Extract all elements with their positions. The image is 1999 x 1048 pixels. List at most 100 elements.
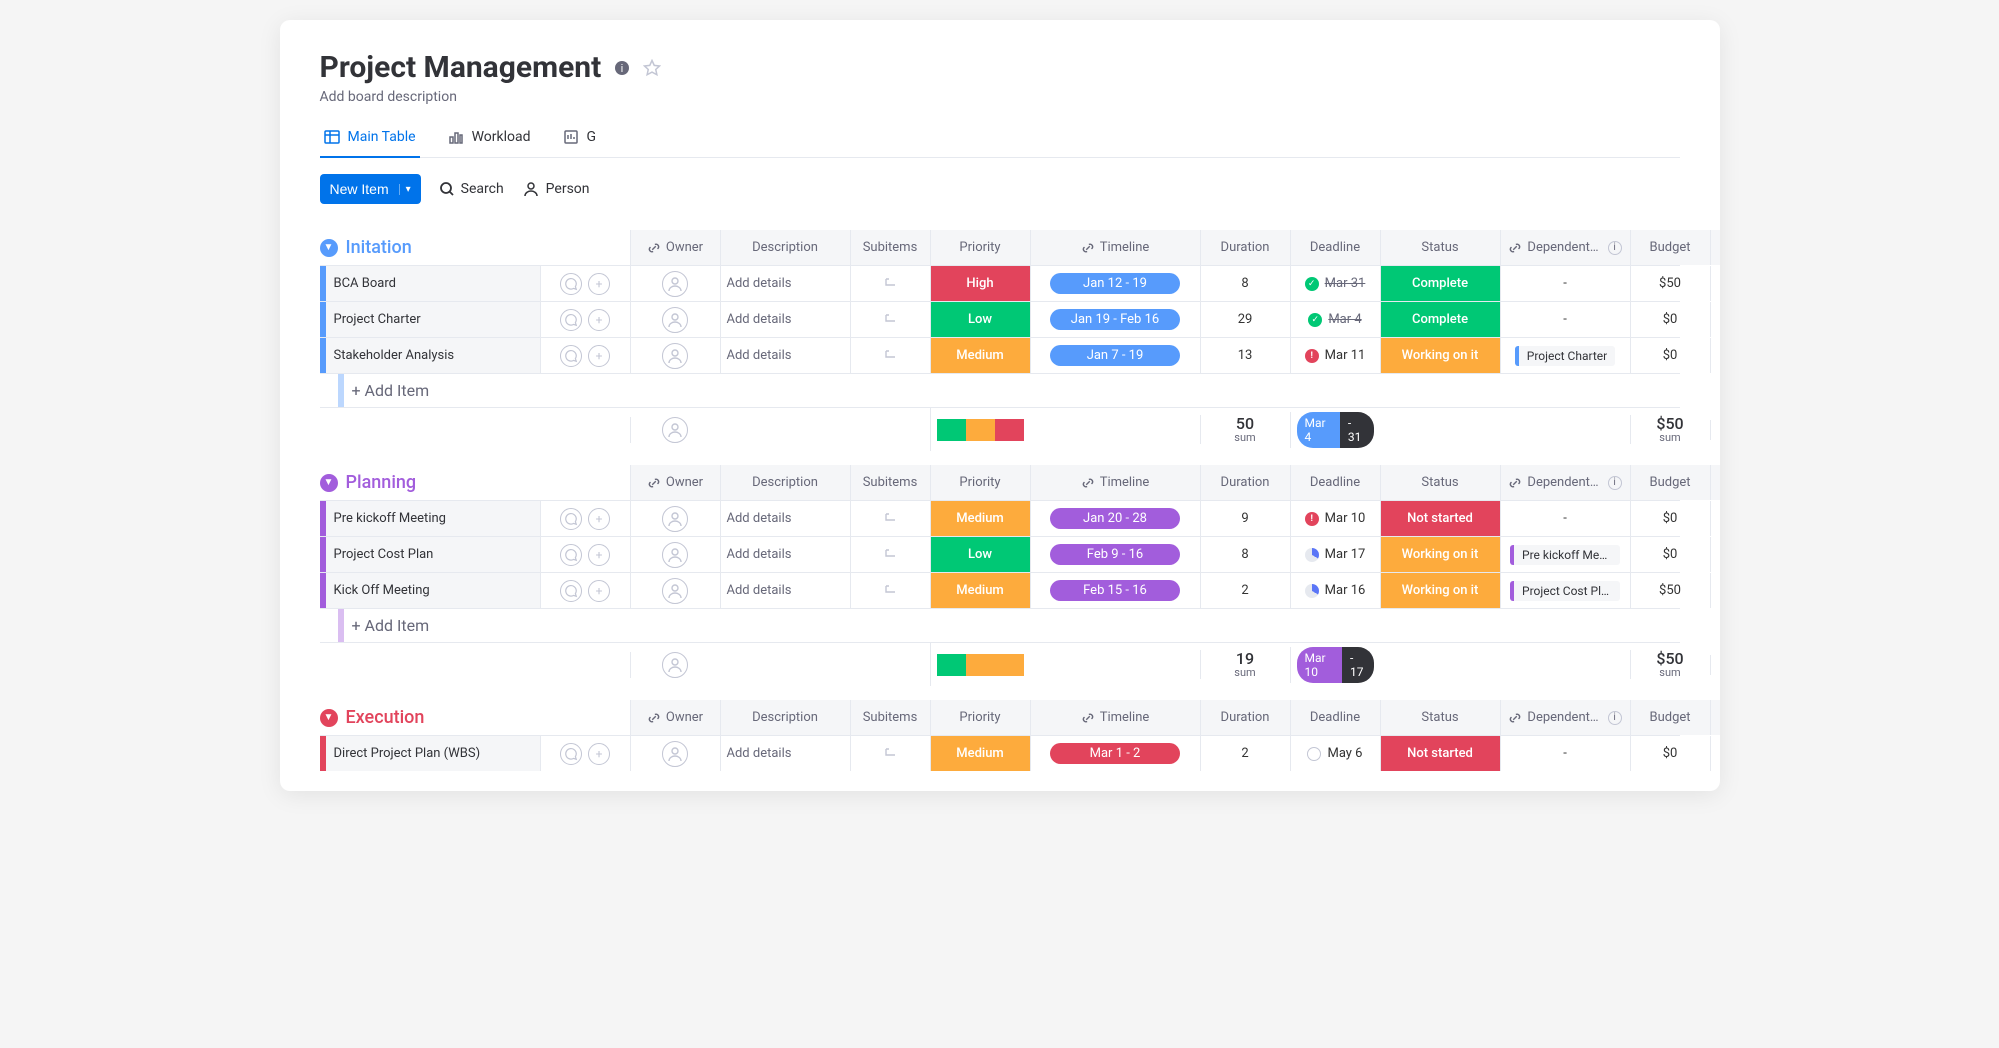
duration-cell[interactable]: 9 (1200, 501, 1290, 536)
avatar-icon[interactable] (662, 741, 688, 767)
dependency-chip[interactable]: Project Cost Plan (1510, 581, 1620, 601)
column-header[interactable]: Duration (1200, 230, 1290, 265)
owner-cell[interactable] (630, 573, 720, 608)
owner-cell[interactable] (630, 736, 720, 771)
column-header[interactable]: Owner (630, 230, 720, 265)
subitems-cell[interactable] (850, 736, 930, 771)
column-header[interactable]: Dependent…i (1500, 700, 1630, 735)
budget-cell[interactable]: $50 (1630, 573, 1710, 608)
chat-icon[interactable] (560, 544, 582, 566)
item-name[interactable]: Project Cost Plan (334, 547, 540, 562)
chat-cell[interactable]: + (540, 266, 630, 301)
dependent-cell[interactable]: - (1500, 266, 1630, 301)
column-header[interactable]: Priority (930, 700, 1030, 735)
column-header[interactable]: Subitems (850, 700, 930, 735)
collapse-icon[interactable]: ▼ (320, 474, 338, 492)
dependent-cell[interactable]: Project Cost Plan (1500, 573, 1630, 608)
deadline-cell[interactable]: Mar 17 (1290, 537, 1380, 572)
timeline-cell[interactable]: Jan 7 - 19 (1030, 338, 1200, 373)
tab-workload[interactable]: Workload (444, 123, 535, 157)
duration-cell[interactable]: 29 (1200, 302, 1290, 337)
avatar-icon[interactable] (662, 578, 688, 604)
timeline-cell[interactable]: Jan 12 - 19 (1030, 266, 1200, 301)
tab-truncated[interactable]: G (559, 123, 601, 157)
avatar-icon[interactable] (662, 542, 688, 568)
avatar-icon[interactable] (662, 271, 688, 297)
tab-main-table[interactable]: Main Table (320, 123, 420, 157)
column-header[interactable]: Description (720, 465, 850, 500)
dependent-cell[interactable]: - (1500, 501, 1630, 536)
collapse-icon[interactable]: ▼ (320, 709, 338, 727)
chat-icon[interactable] (560, 273, 582, 295)
budget-cell[interactable]: $0 (1630, 338, 1710, 373)
group-title[interactable]: ▼ Planning (320, 472, 540, 493)
item-name[interactable]: Project Charter (334, 312, 540, 327)
column-header[interactable]: Deadline (1290, 700, 1380, 735)
avatar-icon[interactable] (662, 506, 688, 532)
subitems-icon[interactable] (882, 276, 898, 292)
timeline-cell[interactable]: Feb 9 - 16 (1030, 537, 1200, 572)
info-icon[interactable]: i (1608, 476, 1622, 490)
column-header[interactable]: Deadline (1290, 465, 1380, 500)
priority-cell[interactable]: Low (930, 537, 1030, 572)
status-cell[interactable]: Complete (1380, 302, 1500, 337)
duration-cell[interactable]: 13 (1200, 338, 1290, 373)
column-header[interactable]: Dependent…i (1500, 465, 1630, 500)
add-icon[interactable]: + (588, 580, 610, 602)
subitems-icon[interactable] (882, 583, 898, 599)
subitems-cell[interactable] (850, 302, 930, 337)
subitems-cell[interactable] (850, 501, 930, 536)
status-cell[interactable]: Working on it (1380, 338, 1500, 373)
chat-cell[interactable]: + (540, 537, 630, 572)
duration-cell[interactable]: 8 (1200, 537, 1290, 572)
dependent-cell[interactable]: - (1500, 736, 1630, 771)
item-name-cell[interactable]: Pre kickoff Meeting (320, 501, 540, 536)
item-name-cell[interactable]: BCA Board (320, 266, 540, 301)
board-description[interactable]: Add board description (320, 89, 1680, 105)
priority-cell[interactable]: High (930, 266, 1030, 301)
description-cell[interactable]: Add details (720, 573, 850, 608)
add-icon[interactable]: + (588, 309, 610, 331)
budget-cell[interactable]: $50 (1630, 266, 1710, 301)
priority-cell[interactable]: Low (930, 302, 1030, 337)
info-icon[interactable]: i (1608, 711, 1622, 725)
info-icon[interactable]: i (1608, 241, 1622, 255)
column-header[interactable]: Duration (1200, 700, 1290, 735)
priority-cell[interactable]: Medium (930, 338, 1030, 373)
deadline-cell[interactable]: !Mar 10 (1290, 501, 1380, 536)
description-cell[interactable]: Add details (720, 537, 850, 572)
column-header[interactable]: Owner (630, 700, 720, 735)
item-name-cell[interactable]: Direct Project Plan (WBS) (320, 736, 540, 771)
chat-cell[interactable]: + (540, 573, 630, 608)
deliverables-cell[interactable]: 📄 (1710, 302, 1720, 337)
column-header[interactable]: Status (1380, 700, 1500, 735)
search-button[interactable]: Search (439, 181, 504, 197)
description-cell[interactable]: Add details (720, 302, 850, 337)
deadline-cell[interactable]: Mar 16 (1290, 573, 1380, 608)
dependent-cell[interactable]: Project Charter (1500, 338, 1630, 373)
item-name[interactable]: Stakeholder Analysis (334, 348, 540, 363)
column-header[interactable]: Duration (1200, 465, 1290, 500)
chat-icon[interactable] (560, 580, 582, 602)
deliverables-cell[interactable] (1710, 501, 1720, 536)
timeline-cell[interactable]: Jan 19 - Feb 16 (1030, 302, 1200, 337)
deliverables-cell[interactable]: 📄 (1710, 573, 1720, 608)
column-header[interactable]: Deliverables (1710, 230, 1720, 265)
priority-cell[interactable]: Medium (930, 736, 1030, 771)
description-cell[interactable]: Add details (720, 501, 850, 536)
column-header[interactable]: Deliverables (1710, 700, 1720, 735)
item-name-cell[interactable]: Stakeholder Analysis (320, 338, 540, 373)
table-row[interactable]: Direct Project Plan (WBS) + Add details (320, 735, 1680, 771)
chat-icon[interactable] (560, 309, 582, 331)
table-row[interactable]: Kick Off Meeting + Add details Medi (320, 572, 1680, 608)
item-name[interactable]: Direct Project Plan (WBS) (334, 746, 540, 761)
subitems-icon[interactable] (882, 348, 898, 364)
favorite-star-icon[interactable] (643, 59, 661, 77)
owner-cell[interactable] (630, 302, 720, 337)
group-title[interactable]: ▼ Execution (320, 707, 540, 728)
table-row[interactable]: Stakeholder Analysis + Add details (320, 337, 1680, 373)
person-filter-button[interactable]: Person (522, 180, 590, 198)
column-header[interactable]: Budget (1630, 230, 1710, 265)
add-item-row[interactable]: + Add Item (320, 373, 1680, 407)
timeline-cell[interactable]: Mar 1 - 2 (1030, 736, 1200, 771)
